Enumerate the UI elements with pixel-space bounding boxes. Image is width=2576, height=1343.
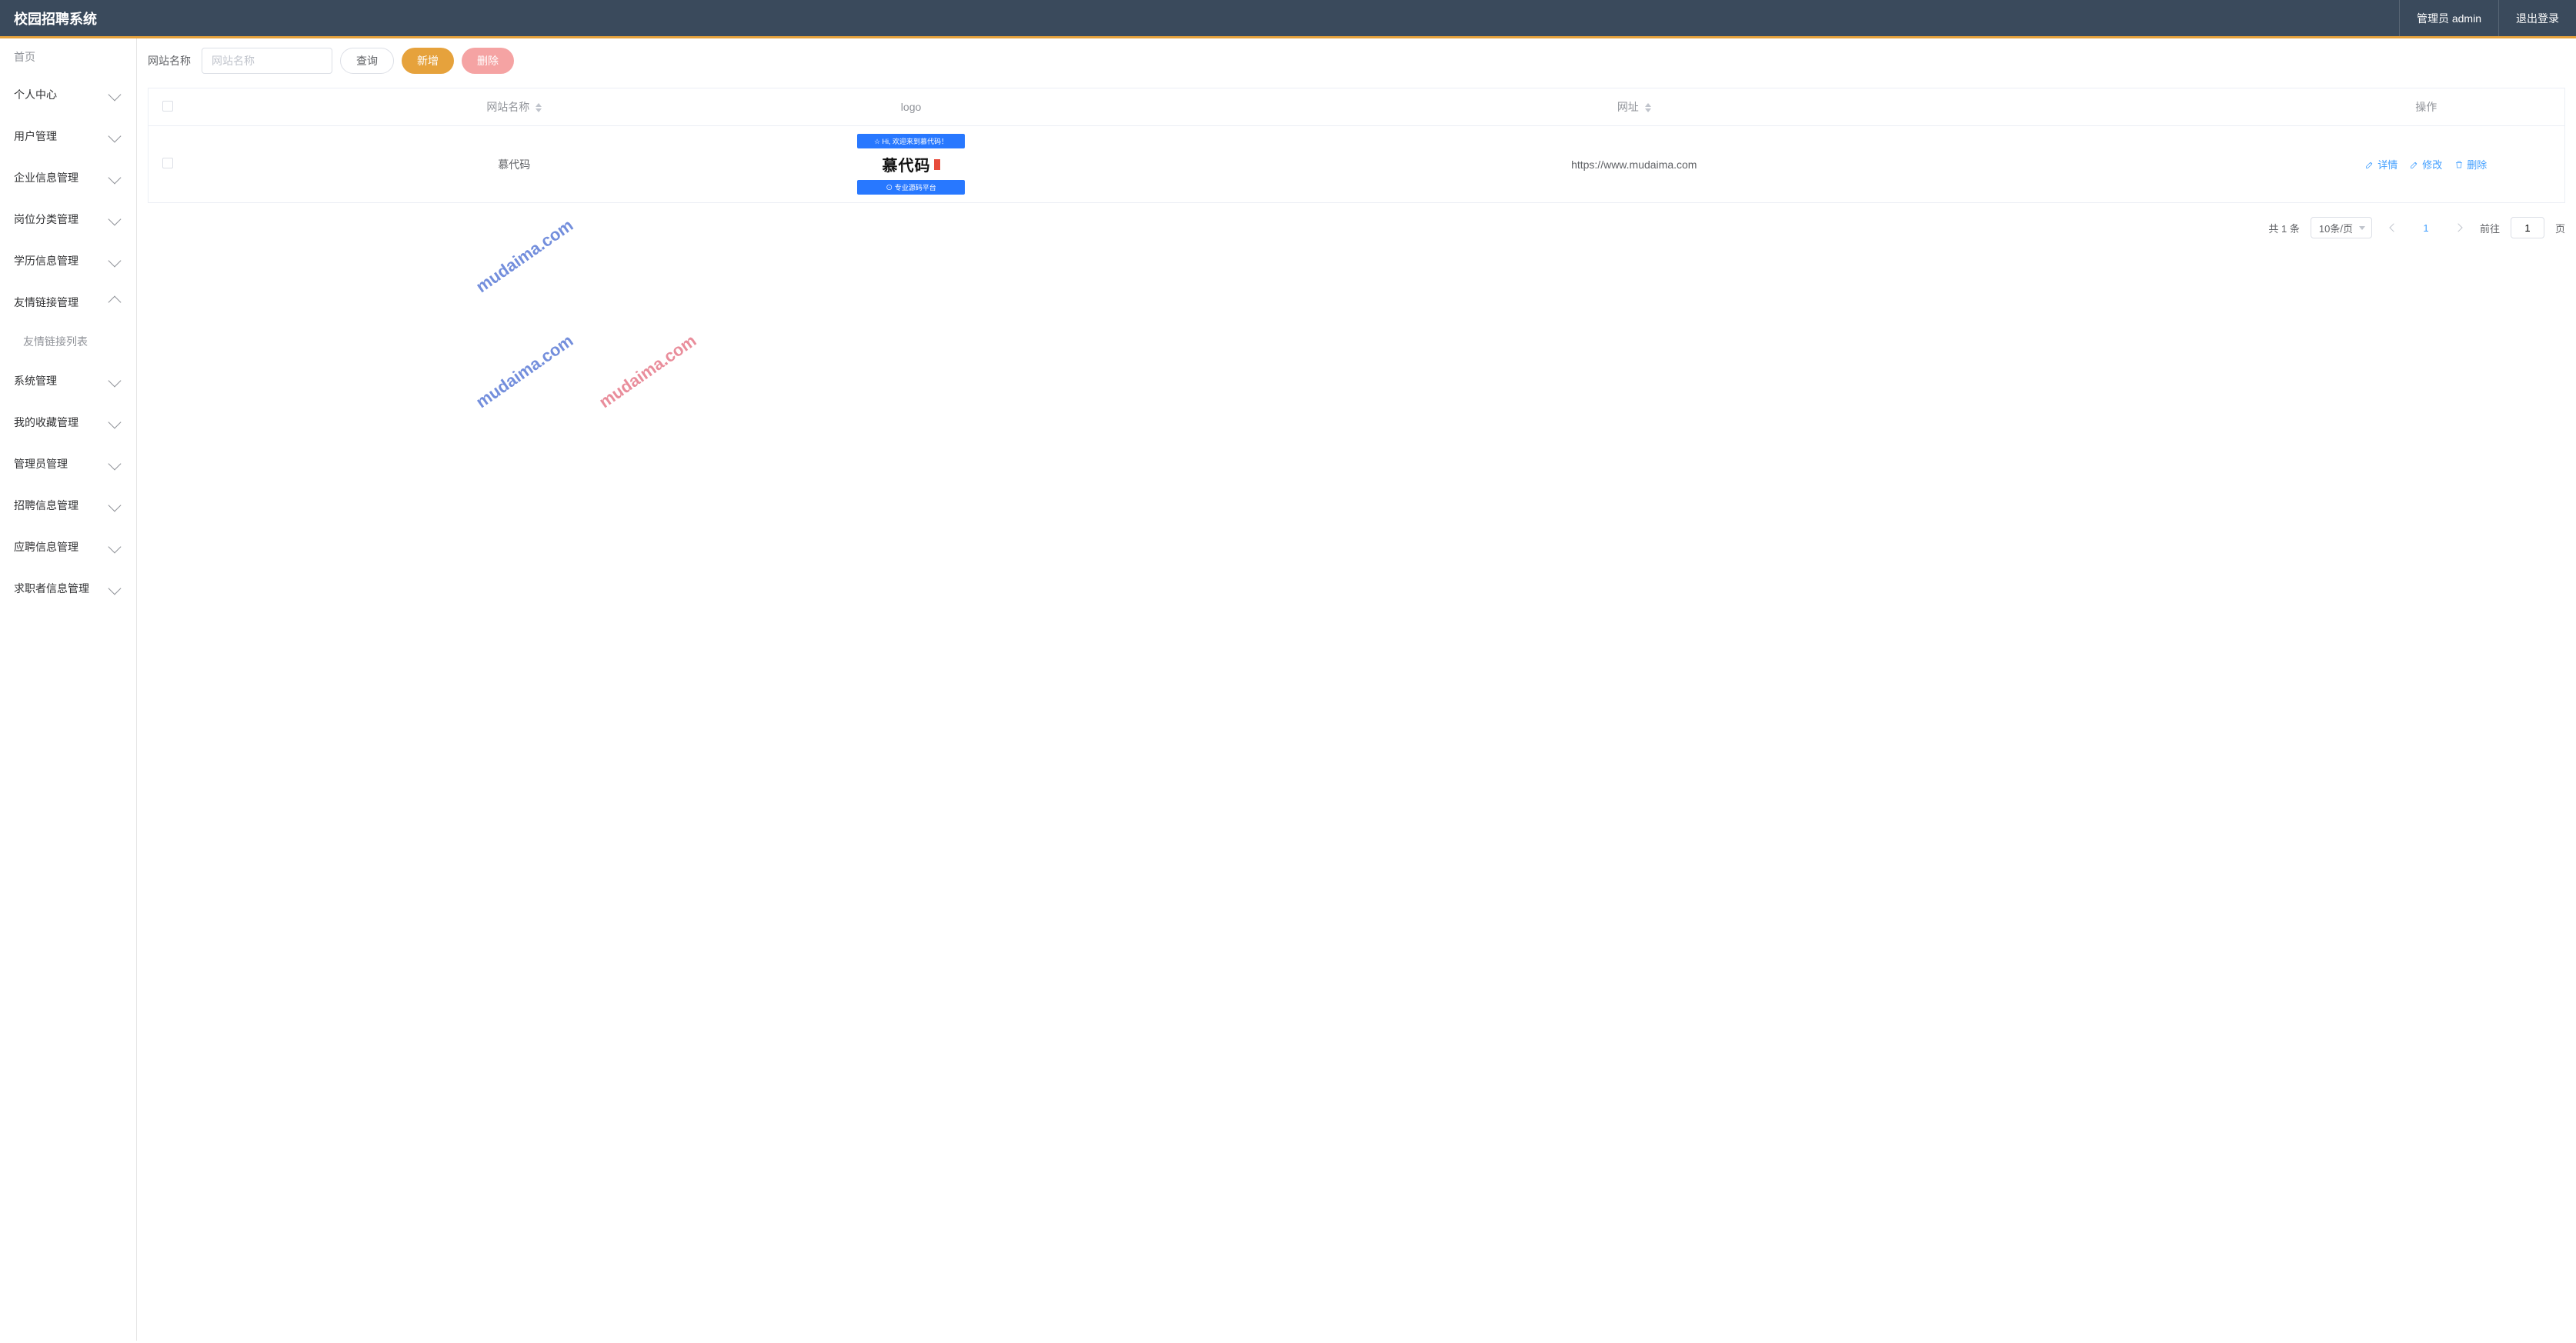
row-checkbox[interactable] [162,158,173,168]
next-page-button[interactable] [2448,217,2469,238]
chevron-down-icon [108,88,122,102]
sidebar-item-favorites[interactable]: 我的收藏管理 [0,402,136,443]
column-header-label: 网址 [1617,101,1639,113]
sidebar-item-label: 学历信息管理 [14,253,78,268]
cell-url: https://www.mudaima.com [980,126,2287,203]
column-header-name[interactable]: 网站名称 [187,88,843,126]
sidebar-item-label: 企业信息管理 [14,170,78,185]
sidebar-item-label: 管理员管理 [14,456,68,472]
action-label: 详情 [2377,157,2397,172]
action-label: 删除 [2467,157,2487,172]
logo-bottom-bar: ⊙ 专业源码平台 [857,180,965,195]
sidebar-item-company[interactable]: 企业信息管理 [0,157,136,198]
watermark: mudaima.com [596,331,700,412]
chevron-up-icon [108,296,122,309]
column-header-logo: logo [842,88,980,126]
chevron-down-icon [108,255,122,268]
sidebar-subitem-links-list[interactable]: 友情链接列表 [0,323,136,360]
page-suffix: 页 [2555,221,2565,235]
query-button[interactable]: 查询 [340,48,394,74]
column-header-ops: 操作 [2288,88,2565,126]
column-header-url[interactable]: 网址 [980,88,2287,126]
action-label: 修改 [2422,157,2442,172]
sidebar-item-system[interactable]: 系统管理 [0,360,136,402]
sidebar-item-jobseekers[interactable]: 求职者信息管理 [0,568,136,609]
sort-icon [1645,103,1651,112]
logo-mark-icon [934,159,940,170]
chevron-down-icon [108,458,122,471]
app-title: 校园招聘系统 [0,8,97,28]
sidebar-item-admins[interactable]: 管理员管理 [0,443,136,485]
data-table: 网站名称 logo 网址 操作 慕代码 [148,88,2565,203]
pagination: 共 1 条 10条/页 1 前往 页 [148,217,2565,238]
chevron-down-icon [108,213,122,226]
select-all-checkbox[interactable] [162,101,173,112]
sidebar-item-recruit[interactable]: 招聘信息管理 [0,485,136,526]
trash-icon [2454,160,2464,169]
chevron-down-icon [108,416,122,429]
goto-label: 前往 [2480,221,2500,235]
sidebar-item-label: 个人中心 [14,87,57,102]
logo-image: ☆ Hi, 欢迎来到慕代码！ 慕代码 ⊙ 专业源码平台 [857,134,965,195]
cell-name: 慕代码 [187,126,843,203]
sidebar-item-applications[interactable]: 应聘信息管理 [0,526,136,568]
sidebar-item-education[interactable]: 学历信息管理 [0,240,136,282]
chevron-down-icon [108,172,122,185]
pagination-total: 共 1 条 [2268,221,2299,235]
edit-icon [2410,160,2419,169]
chevron-down-icon [108,541,122,554]
search-input[interactable] [202,48,332,74]
main-content: 网站名称 查询 新增 删除 网站名称 logo 网址 [137,38,2576,1341]
sidebar-item-label: 招聘信息管理 [14,498,78,513]
table-row: 慕代码 ☆ Hi, 欢迎来到慕代码！ 慕代码 ⊙ 专业源码平台 https://… [148,126,2565,203]
chevron-left-icon [2389,223,2397,232]
edit-link[interactable]: 修改 [2410,157,2442,172]
sidebar-item-label: 系统管理 [14,373,57,388]
chevron-down-icon [108,582,122,595]
sidebar-item-users[interactable]: 用户管理 [0,115,136,157]
sidebar-item-personal[interactable]: 个人中心 [0,74,136,115]
sidebar-item-label: 应聘信息管理 [14,539,78,555]
goto-input[interactable] [2511,217,2544,238]
edit-icon [2365,160,2374,169]
delete-link[interactable]: 删除 [2454,157,2487,172]
sort-icon [536,103,542,112]
chevron-down-icon [108,499,122,512]
chevron-down-icon [108,375,122,388]
sidebar-item-label: 用户管理 [14,128,57,144]
sidebar-item-links[interactable]: 友情链接管理 [0,282,136,323]
page-size-select[interactable]: 10条/页 [2311,217,2372,238]
watermark: mudaima.com [472,331,577,412]
logo-text: 慕代码 [883,153,931,175]
detail-link[interactable]: 详情 [2365,157,2397,172]
admin-link[interactable]: 管理员 admin [2399,0,2498,36]
delete-button[interactable]: 删除 [462,48,514,74]
search-label: 网站名称 [148,53,191,68]
sidebar-item-label: 求职者信息管理 [14,581,89,596]
sidebar-item-label: 我的收藏管理 [14,415,78,430]
add-button[interactable]: 新增 [402,48,454,74]
sidebar-item-label: 岗位分类管理 [14,212,78,227]
chevron-right-icon [2454,223,2462,232]
page-number[interactable]: 1 [2415,217,2437,238]
sidebar-home[interactable]: 首页 [0,38,136,74]
sidebar-item-positions[interactable]: 岗位分类管理 [0,198,136,240]
logout-link[interactable]: 退出登录 [2498,0,2576,36]
prev-page-button[interactable] [2383,217,2404,238]
chevron-down-icon [108,130,122,143]
sidebar-item-label: 友情链接管理 [14,295,78,310]
column-header-label: 网站名称 [486,101,529,113]
sidebar: 首页 个人中心 用户管理 企业信息管理 岗位分类管理 学历信息管理 友情链接管理… [0,38,137,1341]
logo-top-bar: ☆ Hi, 欢迎来到慕代码！ [857,134,965,148]
